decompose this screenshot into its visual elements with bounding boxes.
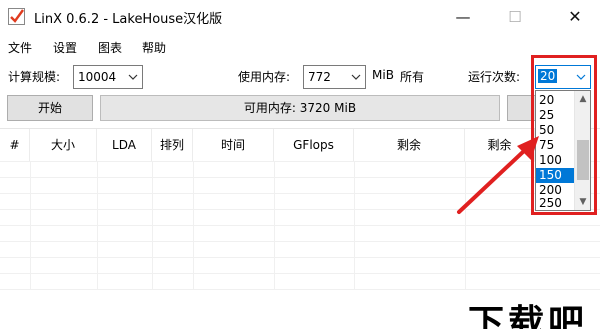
column-divider [97, 161, 98, 289]
column-divider [354, 161, 355, 289]
column-header-align[interactable]: 排列 [152, 129, 193, 161]
column-header-remaining[interactable]: 剩余 [354, 129, 465, 161]
column-divider [193, 161, 194, 289]
start-button[interactable]: 开始 [7, 95, 93, 121]
column-header-lda[interactable]: LDA [97, 129, 152, 161]
memory-unit: MiB [372, 68, 394, 82]
memory-value: 772 [308, 70, 331, 84]
row-divider [0, 241, 600, 242]
row-divider [0, 289, 600, 290]
app-checkmark-icon [8, 8, 25, 25]
row-divider [0, 273, 600, 274]
maximize-button[interactable]: ☐ [492, 0, 538, 34]
watermark-logo: 下载吧 [468, 300, 600, 329]
settings-row: 计算规模: 10004 使用内存: 772 MiB 所有 运行次数: 20 [0, 58, 600, 90]
column-divider [274, 161, 275, 289]
window-title: LinX 0.6.2 - LakeHouse汉化版 [34, 12, 223, 27]
watermark-text: 下载吧 [468, 303, 589, 329]
row-divider [0, 225, 600, 226]
column-divider [30, 161, 31, 289]
problem-size-value: 10004 [78, 70, 117, 84]
memory-label: 使用内存: [238, 70, 291, 84]
runs-label: 运行次数: [468, 70, 521, 84]
memory-combo[interactable]: 772 [303, 65, 366, 89]
available-memory-text: 可用内存: 3720 MiB [243, 101, 357, 115]
column-header-time[interactable]: 时间 [193, 129, 274, 161]
column-header-index[interactable]: # [0, 129, 30, 161]
minimize-button[interactable]: — [440, 0, 486, 34]
annotation-arrow-icon [457, 136, 539, 214]
menu-bar: 文件 设置 图表 帮助 [0, 34, 600, 58]
action-row: 开始 可用内存: 3720 MiB [0, 92, 600, 124]
title-bar: LinX 0.6.2 - LakeHouse汉化版 — ☐ ✕ [0, 0, 600, 34]
chevron-down-icon [351, 74, 361, 80]
problem-size-label: 计算规模: [8, 70, 61, 84]
column-header-size[interactable]: 大小 [30, 129, 97, 161]
menu-settings[interactable]: 设置 [53, 39, 77, 56]
menu-chart[interactable]: 图表 [98, 39, 122, 56]
column-divider [152, 161, 153, 289]
menu-file[interactable]: 文件 [8, 39, 32, 56]
problem-size-combo[interactable]: 10004 [73, 65, 143, 89]
menu-help[interactable]: 帮助 [142, 39, 166, 56]
close-button[interactable]: ✕ [552, 0, 598, 34]
column-header-gflops[interactable]: GFlops [274, 129, 354, 161]
row-divider [0, 257, 600, 258]
memory-progress-bar: 可用内存: 3720 MiB [100, 95, 500, 121]
chevron-down-icon [128, 74, 138, 80]
memory-all-option[interactable]: 所有 [400, 68, 424, 85]
